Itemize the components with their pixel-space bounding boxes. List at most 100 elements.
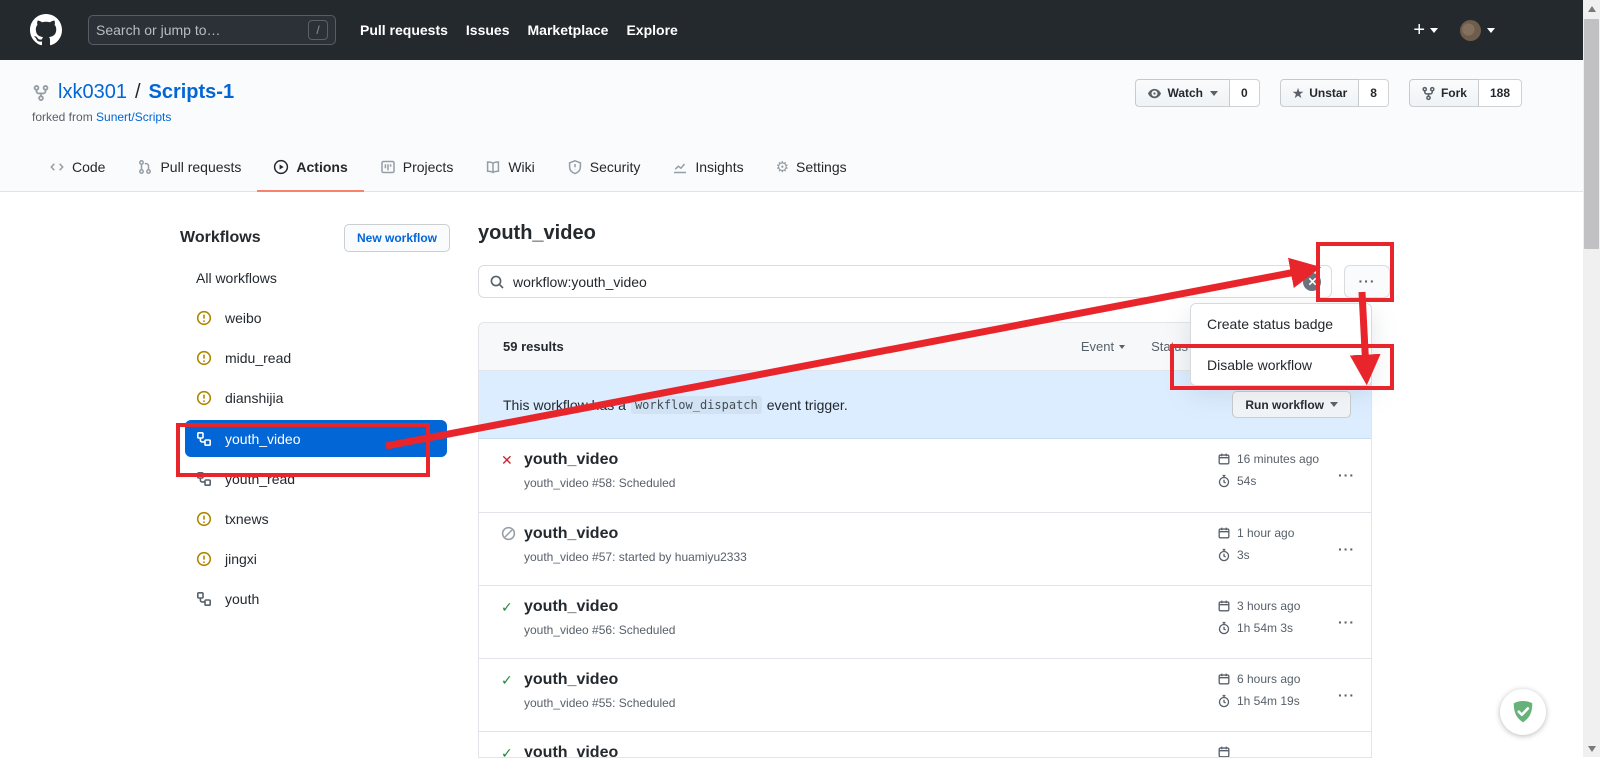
x-icon (1308, 277, 1317, 286)
sidebar-item-label: jingxi (225, 551, 257, 567)
runs-filter-input[interactable] (513, 274, 1303, 290)
green-shield-check-icon (1510, 699, 1536, 725)
fork-source-link[interactable]: Sunert/Scripts (96, 110, 171, 124)
sidebar-item-weibo[interactable]: weibo (185, 298, 447, 338)
sidebar-item-youth-video[interactable]: youth_video (185, 420, 447, 457)
run-kebab-menu[interactable] (1338, 614, 1355, 630)
global-search[interactable]: / (88, 15, 336, 45)
run-description: youth_video #58: Scheduled (524, 476, 675, 490)
sidebar-item-label: midu_read (225, 350, 291, 366)
watch-count[interactable]: 0 (1230, 79, 1260, 107)
unstar-button[interactable]: Unstar (1280, 79, 1360, 107)
top-nav: / Pull requests Issues Marketplace Explo… (0, 0, 1600, 60)
run-kebab-menu[interactable] (1338, 467, 1355, 483)
stopwatch-icon (1217, 621, 1231, 635)
nav-link-issues[interactable]: Issues (466, 22, 510, 38)
sidebar-item-label: All workflows (196, 270, 277, 286)
tab-settings[interactable]: Settings (760, 144, 863, 192)
event-filter-dropdown[interactable]: Event (1081, 339, 1125, 354)
run-row: ✕ youth_video youth_video #58: Scheduled… (479, 439, 1371, 512)
scroll-up-button[interactable] (1583, 0, 1600, 17)
repo-name-link[interactable]: Scripts-1 (149, 81, 235, 104)
tab-actions[interactable]: Actions (257, 144, 363, 192)
clear-filter-button[interactable] (1303, 273, 1321, 291)
create-new-menu[interactable] (1413, 20, 1438, 40)
run-duration: 1h 54m 3s (1237, 621, 1293, 635)
tab-security[interactable]: Security (551, 144, 657, 192)
filter-label: Event (1081, 339, 1114, 354)
workflow-icon (196, 591, 212, 607)
adguard-extension-badge[interactable] (1500, 689, 1546, 735)
nav-link-pull-requests[interactable]: Pull requests (360, 22, 448, 38)
plus-icon (1413, 20, 1425, 40)
run-title-link[interactable]: youth_video (524, 671, 675, 689)
scroll-down-button[interactable] (1583, 740, 1600, 757)
x-failure-icon: ✕ (501, 451, 517, 490)
workflow-options-menu: Create status badge Disable workflow (1190, 303, 1372, 386)
workflow-options-button[interactable] (1344, 265, 1390, 298)
fork-count[interactable]: 188 (1479, 79, 1522, 107)
run-workflow-button[interactable]: Run workflow (1232, 391, 1351, 418)
sidebar-item-midu-read[interactable]: midu_read (185, 338, 447, 378)
watch-button[interactable]: Watch (1135, 79, 1230, 107)
sidebar-item-youth-read[interactable]: youth_read (185, 459, 447, 499)
sidebar-item-jingxi[interactable]: jingxi (185, 539, 447, 579)
run-row: ✓ youth_video youth_video #55: Scheduled… (479, 658, 1371, 731)
chevron-down-icon (1119, 345, 1125, 349)
avatar (1460, 20, 1481, 41)
warning-icon (196, 350, 212, 366)
run-duration: 3s (1237, 548, 1250, 562)
star-count[interactable]: 8 (1359, 79, 1389, 107)
repo-owner-link[interactable]: lxk0301 (58, 81, 127, 104)
run-time: 16 minutes ago (1237, 452, 1319, 466)
git-pull-request-icon (137, 159, 153, 175)
run-title-link[interactable]: youth_video (524, 598, 675, 616)
new-workflow-button[interactable]: New workflow (344, 224, 450, 252)
sidebar-item-dianshijia[interactable]: dianshijia (185, 378, 447, 418)
cancelled-icon (501, 525, 517, 564)
sidebar-item-txnews[interactable]: txnews (185, 499, 447, 539)
run-title-link[interactable]: youth_video (524, 744, 618, 758)
runs-filter-bar[interactable] (478, 265, 1332, 298)
tab-label: Projects (403, 159, 454, 175)
run-kebab-menu[interactable] (1338, 687, 1355, 703)
menu-item-disable-workflow[interactable]: Disable workflow (1191, 344, 1371, 385)
github-logo-icon[interactable] (30, 14, 62, 46)
user-menu[interactable] (1460, 20, 1495, 41)
repo-header: lxk0301 / Scripts-1 forked from Sunert/S… (0, 60, 1600, 192)
scrollbar-thumb[interactable] (1584, 19, 1599, 249)
fork-button[interactable]: Fork (1409, 79, 1479, 107)
sidebar-item-all-workflows[interactable]: All workflows (185, 258, 447, 298)
nav-link-explore[interactable]: Explore (626, 22, 677, 38)
check-success-icon: ✓ (501, 671, 517, 710)
tab-label: Wiki (508, 159, 534, 175)
global-search-input[interactable] (96, 22, 308, 38)
tab-wiki[interactable]: Wiki (469, 144, 550, 192)
gear-icon (776, 159, 789, 175)
shield-icon (567, 159, 583, 175)
menu-item-create-status-badge[interactable]: Create status badge (1191, 304, 1371, 344)
sidebar-item-label: youth_read (225, 471, 295, 487)
run-kebab-menu[interactable] (1338, 541, 1355, 557)
fork-label: Fork (1441, 86, 1467, 100)
nav-link-marketplace[interactable]: Marketplace (528, 22, 609, 38)
run-time: 3 hours ago (1237, 599, 1300, 613)
check-success-icon: ✓ (501, 598, 517, 637)
tab-pull-requests[interactable]: Pull requests (121, 144, 257, 192)
tab-projects[interactable]: Projects (364, 144, 470, 192)
tab-insights[interactable]: Insights (656, 144, 759, 192)
results-count: 59 results (503, 339, 564, 354)
page-scrollbar[interactable] (1583, 0, 1600, 757)
warning-icon (196, 310, 212, 326)
stopwatch-icon (1217, 548, 1231, 562)
tab-code[interactable]: Code (33, 144, 121, 192)
tab-label: Pull requests (160, 159, 241, 175)
sidebar-item-youth[interactable]: youth (185, 579, 447, 619)
tab-label: Settings (796, 159, 847, 175)
run-title-link[interactable]: youth_video (524, 525, 747, 543)
tab-label: Actions (296, 159, 347, 175)
stopwatch-icon (1217, 474, 1231, 488)
tab-label: Insights (695, 159, 743, 175)
run-row: ✓ youth_video youth_video #56: Scheduled… (479, 585, 1371, 658)
run-title-link[interactable]: youth_video (524, 451, 675, 469)
